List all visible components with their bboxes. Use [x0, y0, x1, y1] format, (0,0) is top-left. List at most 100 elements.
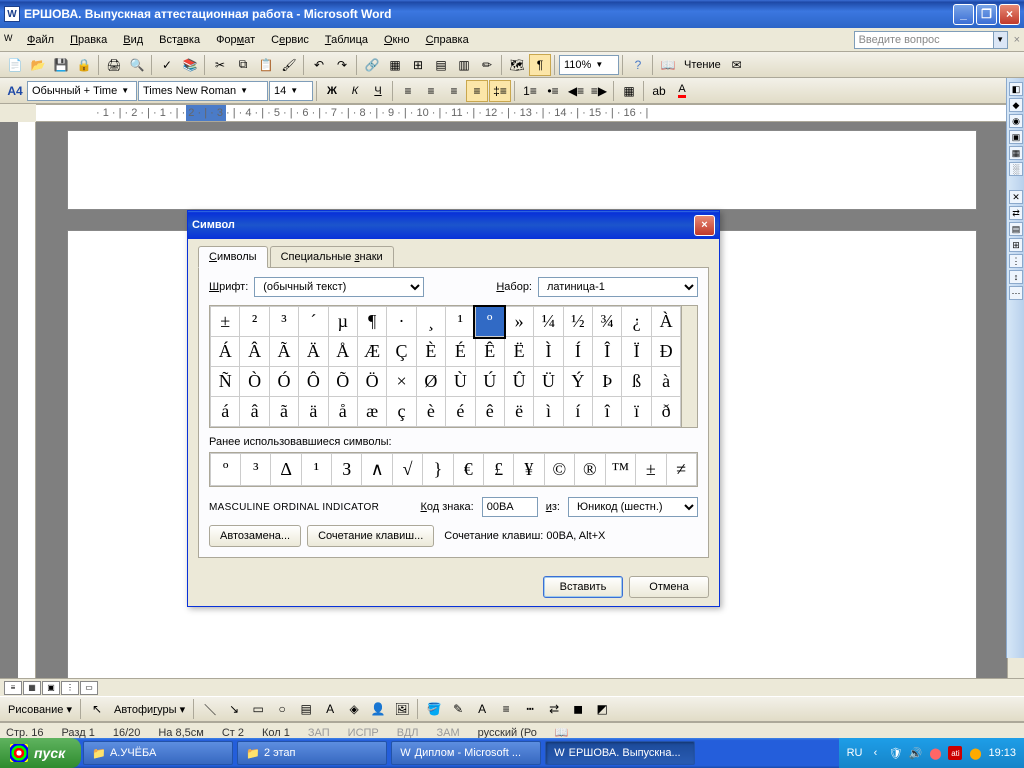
- symbol-cell[interactable]: ¿: [622, 307, 651, 337]
- drawing-menu[interactable]: Рисование ▾: [4, 703, 76, 716]
- help-icon[interactable]: ?: [627, 54, 649, 76]
- task-folder-1[interactable]: 📁 А.УЧЁБА: [83, 741, 233, 765]
- tray-chevron-icon[interactable]: ‹: [868, 746, 882, 760]
- fill-color-icon[interactable]: 🪣: [423, 698, 445, 720]
- indent-icon[interactable]: ≡▶: [588, 80, 610, 102]
- dash-style-icon[interactable]: ┅: [519, 698, 541, 720]
- symbol-cell[interactable]: Õ: [328, 367, 357, 397]
- autocorrect-button[interactable]: Автозамена...: [209, 525, 301, 547]
- menu-window[interactable]: Окно: [377, 31, 417, 49]
- symbol-cell[interactable]: ê: [475, 397, 504, 427]
- symbol-cell[interactable]: Ö: [357, 367, 386, 397]
- symbol-cell[interactable]: ±: [211, 307, 240, 337]
- symbol-cell[interactable]: Ú: [475, 367, 504, 397]
- symbol-cell[interactable]: µ: [328, 307, 357, 337]
- underline-icon[interactable]: Ч: [367, 80, 389, 102]
- from-select[interactable]: Юникод (шестн.): [568, 497, 698, 517]
- symbol-cell[interactable]: Ë: [504, 337, 533, 367]
- symbol-cell[interactable]: ¶: [357, 307, 386, 337]
- recent-symbol-cell[interactable]: €: [453, 454, 483, 486]
- font-select[interactable]: (обычный текст): [254, 277, 424, 297]
- print-view-icon[interactable]: ▣: [42, 681, 60, 695]
- symbol-cell[interactable]: ³: [269, 307, 298, 337]
- textbox-icon[interactable]: ▤: [295, 698, 317, 720]
- symbol-cell[interactable]: Á: [211, 337, 240, 367]
- copy-icon[interactable]: ⧉: [232, 54, 254, 76]
- select-icon[interactable]: ↖: [86, 698, 108, 720]
- symbol-cell[interactable]: Ã: [269, 337, 298, 367]
- symbol-cell[interactable]: Ò: [240, 367, 269, 397]
- side-icon[interactable]: ▣: [1009, 130, 1023, 144]
- tray-icon[interactable]: 🔊: [908, 746, 922, 760]
- insert-button[interactable]: Вставить: [543, 576, 623, 598]
- menu-insert[interactable]: Вставка: [152, 31, 207, 49]
- set-select[interactable]: латиница-1: [538, 277, 698, 297]
- bullets-icon[interactable]: •≡: [542, 80, 564, 102]
- recent-symbol-cell[interactable]: ¥: [514, 454, 544, 486]
- symbol-cell[interactable]: É: [446, 337, 475, 367]
- symbol-cell[interactable]: Æ: [357, 337, 386, 367]
- symbol-cell[interactable]: î: [593, 397, 622, 427]
- mail-icon[interactable]: ✉: [726, 54, 748, 76]
- symbol-cell[interactable]: Ä: [299, 337, 328, 367]
- outline-view-icon[interactable]: ⋮: [61, 681, 79, 695]
- shortcut-button[interactable]: Сочетание клавиш...: [307, 525, 434, 547]
- symbol-cell[interactable]: Ô: [299, 367, 328, 397]
- 3d-icon[interactable]: ◩: [591, 698, 613, 720]
- side-icon[interactable]: ◉: [1009, 114, 1023, 128]
- ruler-horizontal[interactable]: · 1 · | · 2 · | · 1 · | · 2 · | · 3 · | …: [36, 104, 1006, 122]
- symbol-cell[interactable]: ð: [651, 397, 681, 427]
- symbol-cell[interactable]: Ê: [475, 337, 504, 367]
- side-icon[interactable]: ⊞: [1009, 238, 1023, 252]
- symbol-cell[interactable]: æ: [357, 397, 386, 427]
- bold-icon[interactable]: Ж: [321, 80, 343, 102]
- tray-clock[interactable]: 19:13: [988, 747, 1016, 759]
- ask-box[interactable]: ▼ ×: [854, 31, 1020, 49]
- symbol-cell[interactable]: Û: [504, 367, 533, 397]
- symbol-cell[interactable]: í: [563, 397, 592, 427]
- line-color-icon[interactable]: ✎: [447, 698, 469, 720]
- symbol-cell[interactable]: Ð: [651, 337, 681, 367]
- menu-help[interactable]: Справка: [419, 31, 476, 49]
- recent-symbol-cell[interactable]: £: [483, 454, 513, 486]
- status-ovr[interactable]: ЗАМ: [437, 727, 460, 739]
- symbol-cell[interactable]: Í: [563, 337, 592, 367]
- recent-symbol-cell[interactable]: ©: [544, 454, 574, 486]
- status-track[interactable]: ИСПР: [348, 727, 379, 739]
- spell-icon[interactable]: ✓: [156, 54, 178, 76]
- symbol-cell[interactable]: ¹: [446, 307, 475, 337]
- open-icon[interactable]: 📂: [27, 54, 49, 76]
- reading-view-icon[interactable]: ▭: [80, 681, 98, 695]
- font-color-icon[interactable]: A: [671, 80, 693, 102]
- undo-icon[interactable]: ↶: [308, 54, 330, 76]
- web-view-icon[interactable]: ▦: [23, 681, 41, 695]
- side-icon[interactable]: ◧: [1009, 82, 1023, 96]
- menu-file[interactable]: Файл: [20, 31, 61, 49]
- menu-tools[interactable]: Сервис: [264, 31, 316, 49]
- symbol-cell[interactable]: Ù: [446, 367, 475, 397]
- shadow-icon[interactable]: ◼: [567, 698, 589, 720]
- recent-symbol-cell[interactable]: }: [423, 454, 453, 486]
- ruler-vertical[interactable]: [18, 122, 36, 678]
- reading-icon[interactable]: 📖: [657, 54, 679, 76]
- numbering-icon[interactable]: 1≡: [519, 80, 541, 102]
- diagram-icon[interactable]: ◈: [343, 698, 365, 720]
- outdent-icon[interactable]: ◀≡: [565, 80, 587, 102]
- symbol-cell[interactable]: Ï: [622, 337, 651, 367]
- side-icon[interactable]: ⇄: [1009, 206, 1023, 220]
- symbol-cell[interactable]: Å: [328, 337, 357, 367]
- research-icon[interactable]: 📚: [179, 54, 201, 76]
- symbol-cell[interactable]: á: [211, 397, 240, 427]
- symbol-cell[interactable]: Â: [240, 337, 269, 367]
- arrow-style-icon[interactable]: ⇄: [543, 698, 565, 720]
- columns-icon[interactable]: ▥: [453, 54, 475, 76]
- symbol-cell[interactable]: å: [328, 397, 357, 427]
- size-combo[interactable]: 14▼: [269, 81, 313, 101]
- font-combo[interactable]: Times New Roman▼: [138, 81, 268, 101]
- side-icon[interactable]: ▦: [1009, 146, 1023, 160]
- new-icon[interactable]: 📄: [4, 54, 26, 76]
- tab-special[interactable]: Специальные знаки: [270, 246, 394, 267]
- side-icon[interactable]: ✕: [1009, 190, 1023, 204]
- ask-dropdown[interactable]: ▼: [994, 31, 1008, 49]
- symbol-cell[interactable]: è: [416, 397, 445, 427]
